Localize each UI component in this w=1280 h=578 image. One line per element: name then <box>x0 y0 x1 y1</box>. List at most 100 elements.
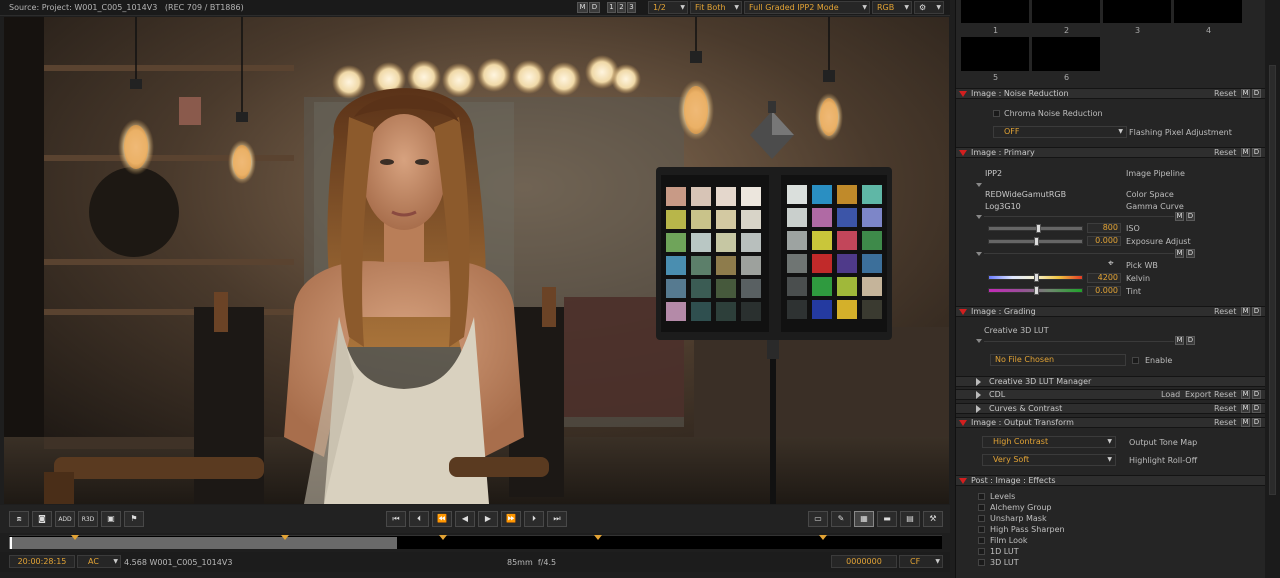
section-d-button[interactable]: D <box>1252 418 1261 427</box>
effect-checkbox[interactable] <box>978 515 985 522</box>
frame-number-field[interactable]: 0000000 <box>831 555 897 568</box>
look-thumbnail-2[interactable] <box>1032 0 1100 23</box>
section-lut-manager[interactable]: Creative 3D LUT Manager <box>956 376 1265 387</box>
effect-item-high-pass[interactable]: High Pass Sharpen <box>990 525 1065 534</box>
section-m-button[interactable]: M <box>1241 307 1250 316</box>
section-primary[interactable]: Image : Primary Reset M D <box>956 147 1265 158</box>
gamma-d-button[interactable]: D <box>1186 212 1195 221</box>
slider-knob[interactable] <box>1034 286 1039 295</box>
look-thumbnail-6[interactable] <box>1032 37 1100 71</box>
cdl-load-button[interactable]: Load <box>1161 390 1180 400</box>
next-mark-button[interactable]: ⏵ <box>524 511 544 527</box>
snapshot-add-button[interactable]: ADD <box>55 511 75 527</box>
wb-m-button[interactable]: M <box>1175 249 1184 258</box>
export-frame-button[interactable]: ▣ <box>101 511 121 527</box>
look-thumbnail-4[interactable] <box>1174 0 1242 23</box>
timecode-mode-dropdown[interactable]: AC ▼ <box>77 555 121 568</box>
look-thumbnail-5[interactable] <box>961 37 1029 71</box>
go-to-start-button[interactable]: ⏮ <box>386 511 406 527</box>
section-d-button[interactable]: D <box>1252 390 1261 399</box>
lut-enable-checkbox[interactable] <box>1132 357 1139 364</box>
reset-button[interactable]: Reset <box>1214 418 1236 428</box>
slider-knob[interactable] <box>1036 224 1041 233</box>
metadata-d-button[interactable]: D <box>589 2 600 13</box>
effect-item-levels[interactable]: Levels <box>990 492 1015 501</box>
reset-button[interactable]: Reset <box>1214 390 1236 400</box>
effect-item-1d-lut[interactable]: 1D LUT <box>990 547 1019 556</box>
aspect-button[interactable]: ▬ <box>877 511 897 527</box>
effect-checkbox[interactable] <box>978 559 985 566</box>
tools-button[interactable]: ⚒ <box>923 511 943 527</box>
slider-knob[interactable] <box>1034 273 1039 282</box>
tint-slider[interactable] <box>988 286 1083 295</box>
step-back-button[interactable]: ◀ <box>455 511 475 527</box>
section-cdl[interactable]: CDL Load Export Reset M D <box>956 389 1265 400</box>
effect-checkbox[interactable] <box>978 537 985 544</box>
channel-dropdown[interactable]: RGB ▼ <box>872 1 912 14</box>
effect-checkbox[interactable] <box>978 548 985 555</box>
effect-item-3d-lut[interactable]: 3D LUT <box>990 558 1019 567</box>
lut-m-button[interactable]: M <box>1175 336 1184 345</box>
timeline-marker[interactable] <box>71 535 79 540</box>
section-m-button[interactable]: M <box>1241 390 1250 399</box>
lut-file-field[interactable]: No File Chosen <box>990 354 1126 366</box>
chevron-down-icon[interactable] <box>976 339 982 343</box>
timeline-marker[interactable] <box>819 535 827 540</box>
timecode-field[interactable]: 20:00:28:15 <box>9 555 75 568</box>
reset-button[interactable]: Reset <box>1214 307 1236 317</box>
view-2-button[interactable]: 2 <box>617 2 626 13</box>
pick-wb-label[interactable]: Pick WB <box>1126 261 1158 270</box>
view-3-button[interactable]: 3 <box>627 2 636 13</box>
metadata-m-button[interactable]: M <box>577 2 588 13</box>
reset-button[interactable]: Reset <box>1214 148 1236 158</box>
look-thumbnail-3[interactable] <box>1103 0 1171 23</box>
timeline-scrubber[interactable] <box>9 535 942 549</box>
section-d-button[interactable]: D <box>1252 404 1261 413</box>
image-pipeline-value[interactable]: IPP2 <box>985 169 1002 178</box>
play-button[interactable]: ▶ <box>478 511 498 527</box>
previous-mark-button[interactable]: ⏴ <box>409 511 429 527</box>
section-m-button[interactable]: M <box>1241 418 1250 427</box>
section-d-button[interactable]: D <box>1252 307 1261 316</box>
section-m-button[interactable]: M <box>1241 89 1250 98</box>
iso-slider[interactable] <box>988 224 1083 233</box>
chevron-down-icon[interactable] <box>976 215 982 219</box>
fast-forward-button[interactable]: ⏩ <box>501 511 521 527</box>
chroma-noise-checkbox[interactable] <box>993 110 1000 117</box>
color-space-value[interactable]: REDWideGamutRGB <box>985 190 1066 199</box>
chevron-down-icon[interactable] <box>976 183 982 187</box>
slider-knob[interactable] <box>1034 237 1039 246</box>
fit-dropdown[interactable]: Fit Both ▼ <box>690 1 742 14</box>
gamma-m-button[interactable]: M <box>1175 212 1184 221</box>
pick-tool-button[interactable]: ✎ <box>831 511 851 527</box>
flag-button[interactable]: ⚑ <box>124 511 144 527</box>
reset-button[interactable]: Reset <box>1214 89 1236 99</box>
section-m-button[interactable]: M <box>1241 148 1250 157</box>
tint-field[interactable]: 0.000 <box>1087 286 1121 296</box>
snapshot-r3d-button[interactable]: R3D <box>78 511 98 527</box>
exposure-slider[interactable] <box>988 237 1083 246</box>
snapshot-button[interactable]: ◙ <box>32 511 52 527</box>
crosshair-icon[interactable]: ⌖ <box>1108 258 1114 269</box>
timeline-marker[interactable] <box>281 535 289 540</box>
chevron-down-icon[interactable] <box>976 252 982 256</box>
section-m-button[interactable]: M <box>1241 404 1250 413</box>
section-effects[interactable]: Post : Image : Effects <box>956 475 1265 486</box>
rolloff-dropdown[interactable]: Very Soft ▼ <box>982 454 1116 466</box>
effect-checkbox[interactable] <box>978 526 985 533</box>
effect-item-film-look[interactable]: Film Look <box>990 536 1028 545</box>
mark-in-out-button[interactable]: ⧈ <box>9 511 29 527</box>
kelvin-field[interactable]: 4200 <box>1087 273 1121 283</box>
go-to-end-button[interactable]: ⏭ <box>547 511 567 527</box>
section-d-button[interactable]: D <box>1252 89 1261 98</box>
wb-d-button[interactable]: D <box>1186 249 1195 258</box>
effect-item-unsharp[interactable]: Unsharp Mask <box>990 514 1047 523</box>
overlay-button[interactable]: ▤ <box>900 511 920 527</box>
effect-item-alchemy[interactable]: Alchemy Group <box>990 503 1052 512</box>
view-1-button[interactable]: 1 <box>607 2 616 13</box>
gamma-curve-value[interactable]: Log3G10 <box>985 202 1021 211</box>
section-grading[interactable]: Image : Grading Reset M D <box>956 306 1265 317</box>
look-thumbnail-1[interactable] <box>961 0 1029 23</box>
section-d-button[interactable]: D <box>1252 148 1261 157</box>
timeline-marker[interactable] <box>439 535 447 540</box>
